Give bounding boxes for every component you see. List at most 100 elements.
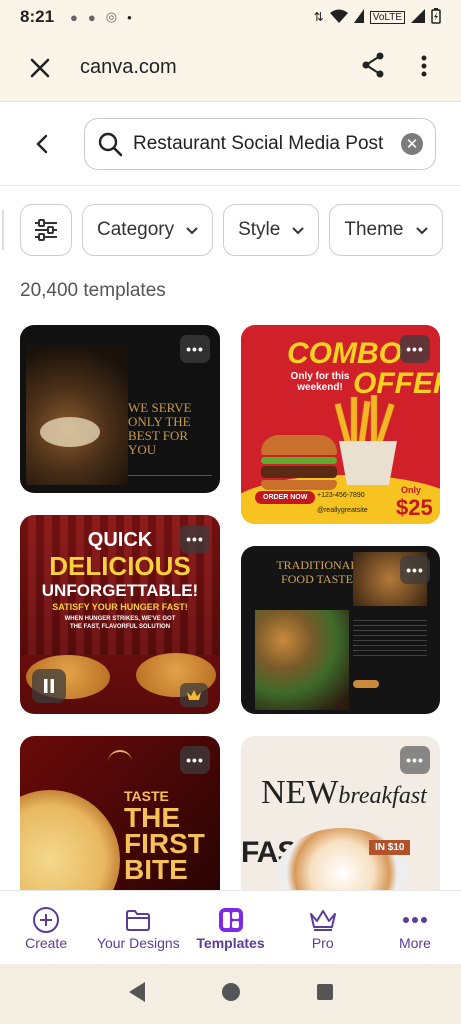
template-3-line4: SATISFY YOUR HUNGER FAST! [52,602,188,612]
search-input[interactable] [133,132,395,155]
nav-templates[interactable]: Templates [184,891,276,964]
filter-style-label: Style [238,219,281,240]
template-card-2[interactable]: COMBO Only for this weekend! OFFER ORDER… [241,325,440,524]
nav-more[interactable]: More [369,891,461,964]
square-recents-icon [316,983,333,1000]
template-5-more-button[interactable]: ••• [180,746,210,774]
status-time: 8:21 [20,7,55,26]
filter-settings-button[interactable] [20,204,72,256]
template-6-more-button[interactable]: ••• [400,746,430,774]
close-tab-button[interactable] [0,57,80,79]
sliders-icon [35,219,57,241]
template-1-line [128,475,212,476]
template-5-logo [108,750,132,762]
android-nav-bar [0,964,461,1024]
chevron-down-icon [415,223,428,238]
template-2-price-label: Only [401,485,422,495]
folder-icon [125,905,151,935]
data-arrows-icon: ⇅ [313,10,324,24]
template-card-1[interactable]: WE SERVE ONLY THE BEST FOR YOU ••• [20,325,220,493]
template-2-burger [261,435,337,491]
android-home-button[interactable] [221,982,241,1007]
chevron-down-icon [186,223,198,238]
template-4-photo-main [255,610,349,710]
clear-search-button[interactable]: ✕ [401,132,423,155]
template-2-handle: @reallygreatsite [317,507,368,514]
android-back-button[interactable] [127,981,147,1008]
template-1-more-button[interactable]: ••• [180,335,210,363]
facebook-icon: ● [70,9,78,25]
more-dots-icon: ••• [406,562,424,578]
instagram-icon: ◎ [105,9,118,24]
circle-home-icon [222,982,241,1001]
template-6-title1: NEW [261,774,339,811]
template-2-title1: COMBO [287,337,402,370]
nav-your-designs[interactable]: Your Designs [92,891,184,964]
more-dots-icon: ••• [186,531,204,547]
more-notifications-icon: • [127,9,132,25]
template-6-title: NEWbreakfast [261,774,427,812]
template-5-pizza [20,790,120,890]
more-dots-icon: ••• [186,752,204,768]
filter-category[interactable]: Category [82,204,214,256]
android-recents-button[interactable] [316,983,334,1006]
battery-icon [431,7,441,27]
filter-chips: Category Style Theme [0,204,461,258]
template-1-plate [40,417,100,447]
scroll-edge [2,210,4,250]
signal-icon-2 [411,8,425,26]
back-button[interactable] [0,134,84,154]
nav-pro-label: Pro [311,934,334,951]
share-icon [362,52,384,78]
filter-theme[interactable]: Theme [329,204,443,256]
template-card-3[interactable]: QUICK DELICIOUS UNFORGETTABLE! SATISFY Y… [20,515,220,714]
template-4-button [353,680,379,688]
template-3-more-button[interactable]: ••• [180,525,210,553]
nav-more-label: More [398,934,431,951]
browser-menu-button[interactable] [421,55,427,81]
nav-pro[interactable]: Pro [277,891,369,964]
template-card-4[interactable]: TRADITIONAL FOOD TASTE ••• [241,546,440,714]
volte-badge: VoLTE [369,10,405,24]
pause-icon [44,679,54,693]
url-text[interactable]: canva.com [80,56,177,79]
template-5-line4: BITE [124,854,188,885]
close-icon [30,58,50,77]
template-2-phone: +123-456-7890 [317,492,365,499]
template-3-pause-button[interactable] [32,669,66,703]
signal-icon [353,8,364,26]
plus-circle-icon [32,905,60,935]
template-card-6[interactable]: NEWbreakfast FAST BR IN $10 ••• [241,736,440,890]
template-4-more-button[interactable]: ••• [400,556,430,584]
results-count: 20,400 templates [20,280,166,301]
template-4-text-lines [353,620,427,660]
template-3-line2: DELICIOUS [49,551,191,581]
template-card-5[interactable]: TASTE THE FIRST BITE ••• [20,736,220,890]
template-2-cta: ORDER NOW [255,491,316,504]
messenger-icon: ● [87,9,96,25]
template-1-photo [26,345,128,485]
chevron-left-icon [36,134,48,153]
share-button[interactable] [361,52,385,83]
template-3-line3: UNFORGETTABLE! [41,581,199,600]
template-2-price: $25 [396,495,433,520]
status-bar: 8:21 ● ● ◎ • ⇅ VoLTE [0,0,461,34]
template-2-fries [333,394,403,487]
more-dots-icon: ••• [406,752,424,768]
template-6-title2: breakfast [338,783,427,809]
filter-theme-label: Theme [344,219,404,240]
template-2-more-button[interactable]: ••• [400,335,430,363]
bottom-nav: Create Your Designs Templates Pro More [0,890,461,964]
search-row: ✕ [0,102,461,186]
wifi-icon [329,9,348,26]
template-3-line5: WHEN HUNGER STRIKES, WE'VE GOT THE FAST,… [64,616,176,630]
triangle-back-icon [129,981,146,1002]
nav-create[interactable]: Create [0,891,92,964]
template-6-badge: IN $10 [369,840,411,855]
crown-icon [187,690,201,700]
template-2-subtitle: Only for this weekend! [290,371,350,393]
crown-icon [308,905,338,935]
search-box[interactable]: ✕ [84,117,436,170]
filter-style[interactable]: Style [223,204,320,256]
templates-icon [218,905,244,935]
